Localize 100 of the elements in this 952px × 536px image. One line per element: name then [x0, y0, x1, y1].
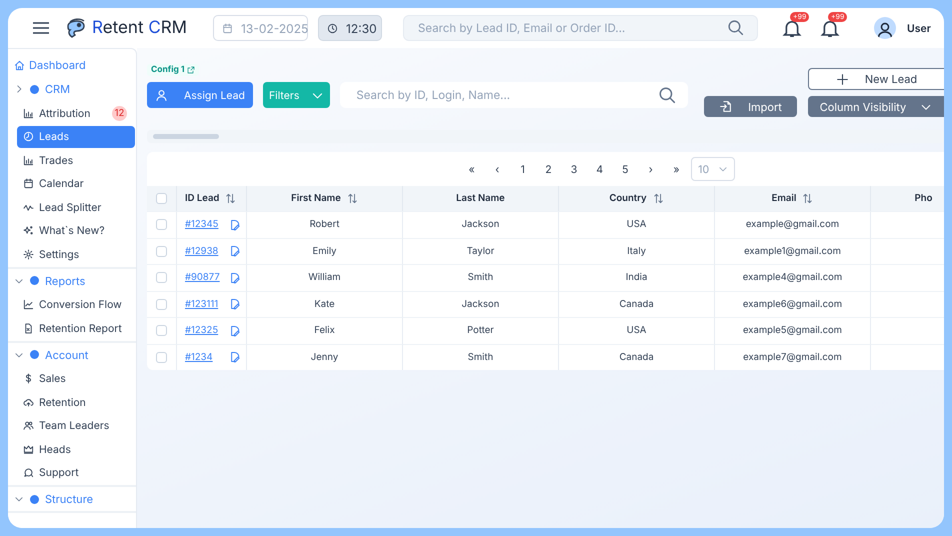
sidebar-group[interactable]: CRM [8, 77, 136, 101]
column-visibility-button[interactable]: Column Visibility [808, 96, 944, 117]
sidebar-item[interactable]: Heads [17, 438, 135, 460]
table-cell: Kate [314, 298, 335, 310]
sidebar-item[interactable]: Retention [17, 391, 135, 413]
edit-icon [229, 218, 241, 231]
import-button[interactable]: Import [704, 96, 797, 117]
calendar-icon [23, 178, 34, 189]
previous-page-button[interactable]: ‹ [484, 162, 510, 176]
table-cell: Italy [627, 246, 646, 257]
column-header[interactable]: Email [715, 186, 871, 211]
home-icon [14, 60, 25, 70]
table-cell: Jackson [462, 219, 500, 230]
sidebar-item[interactable]: Settings [17, 243, 135, 265]
checkbox[interactable] [156, 272, 167, 284]
table-cell: Taylor [466, 246, 494, 257]
search-icon [658, 86, 676, 104]
app-logo-text: Retent CRM [92, 18, 188, 38]
lead-id-link[interactable]: #12345 [185, 219, 219, 230]
sidebar-item[interactable]: Trades [17, 149, 135, 171]
search-field[interactable]: Search by Lead ID, Email or Order ID... [403, 15, 758, 41]
table-cell: example6@gmail.com [742, 298, 842, 310]
sidebar-item[interactable]: Team Leaders [17, 414, 135, 436]
count-badge: 12 [112, 106, 127, 120]
last-page-button[interactable]: » [664, 162, 690, 176]
status-dot [30, 276, 39, 285]
sidebar-item[interactable]: Retention Report [17, 317, 135, 339]
status-dot [30, 84, 39, 94]
search-field[interactable]: Search by ID, Login, Name... [340, 82, 688, 108]
checkbox[interactable] [156, 193, 167, 204]
table-cell: Jackson [462, 298, 500, 310]
sidebar-item[interactable]: Leads [17, 126, 135, 148]
menu-icon[interactable] [32, 20, 50, 36]
sidebar-item[interactable]: Attribution 12 [17, 102, 135, 124]
dashboard-link[interactable]: Dashboard [8, 53, 136, 77]
lead-id-link[interactable]: #12938 [185, 246, 219, 257]
table-cell: USA [626, 219, 646, 230]
scrollbar-thumb[interactable] [153, 134, 219, 139]
sidebar-item[interactable]: Sales [17, 368, 135, 390]
sidebar-item[interactable]: Lead Splitter [17, 196, 135, 218]
assign-lead-button[interactable]: Assign Lead [147, 82, 253, 108]
dollar-icon [23, 373, 34, 384]
config-link[interactable]: Config 1 [147, 64, 199, 76]
checkbox[interactable] [156, 219, 167, 230]
table-cell: example7@gmail.com [743, 352, 842, 363]
time-field[interactable]: 12:30 [318, 15, 382, 41]
column-header[interactable]: Country [559, 186, 715, 211]
table-cell: example1@gmail.com [744, 246, 841, 257]
document-icon [23, 322, 34, 334]
column-header[interactable]: Pho [871, 186, 944, 211]
avatar-icon[interactable] [874, 17, 896, 39]
table-cell: Smith [468, 272, 494, 284]
sort-icon [652, 193, 664, 204]
edit-icon [229, 298, 241, 310]
status-dot [30, 494, 39, 504]
edit-icon [229, 351, 241, 364]
checkbox[interactable] [156, 325, 167, 336]
table-cell: India [626, 272, 648, 284]
new-lead-button[interactable]: New Lead [808, 68, 944, 90]
checkbox[interactable] [156, 298, 167, 310]
sidebar-item[interactable]: Calendar [17, 172, 135, 194]
column-header[interactable]: ID Lead [177, 186, 247, 211]
table-cell: Felix [314, 325, 335, 336]
notification-bell-icon[interactable] [820, 18, 840, 38]
notification-bell-icon[interactable] [782, 18, 802, 38]
sidebar-item[interactable]: Support [17, 462, 135, 484]
plus-icon [836, 72, 849, 86]
chat-icon [23, 467, 34, 478]
next-page-button[interactable]: › [638, 162, 664, 176]
sparkle-icon [23, 225, 34, 236]
page-button[interactable]: 1 [510, 162, 536, 176]
table-cell: Emily [312, 246, 337, 257]
table-cell: Jenny [310, 352, 338, 363]
checkbox[interactable] [156, 246, 167, 257]
sidebar-item[interactable]: What`s New? [17, 220, 135, 242]
lead-id-link[interactable]: #12325 [185, 325, 219, 336]
external-link-icon [186, 66, 195, 74]
table-cell: Robert [310, 219, 340, 230]
page-button[interactable]: 3 [561, 162, 587, 176]
sidebar-group[interactable]: Account [8, 342, 136, 366]
page-button[interactable]: 2 [536, 162, 562, 176]
checkbox[interactable] [156, 352, 167, 363]
sidebar-group[interactable]: Structure [8, 487, 136, 511]
clock-icon [23, 131, 34, 142]
lead-id-link[interactable]: #1234 [185, 352, 219, 363]
table-cell: example5@gmail.com [742, 325, 842, 336]
lead-id-link[interactable]: #123111 [185, 298, 219, 310]
column-header[interactable]: Last Name [403, 186, 559, 211]
table-cell: example4@gmail.com [742, 272, 842, 284]
person-icon [155, 88, 168, 102]
first-page-button[interactable]: « [458, 162, 484, 176]
lead-id-link[interactable]: #90877 [185, 272, 219, 284]
search-icon [727, 19, 744, 36]
page-button[interactable]: 4 [586, 162, 612, 176]
sidebar-group[interactable]: Reports [8, 268, 136, 292]
sidebar-item[interactable]: Conversion Flow [17, 294, 135, 316]
column-header[interactable]: First Name [247, 186, 403, 211]
page-button[interactable]: 5 [612, 162, 638, 176]
user-name[interactable]: User [907, 22, 931, 34]
table-cell: example@gmail.com [746, 219, 840, 230]
